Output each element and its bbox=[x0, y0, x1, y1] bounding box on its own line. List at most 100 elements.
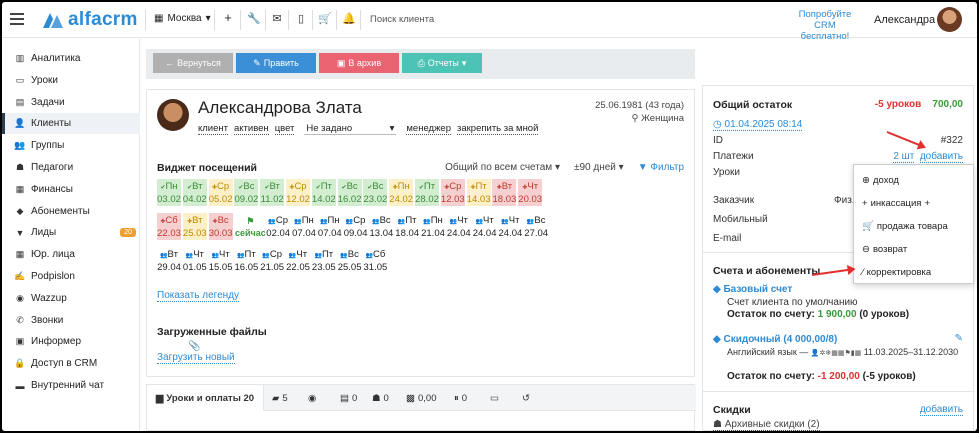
attendance-day[interactable]: ✚Вс 30.03 bbox=[208, 213, 233, 240]
discount-account-title[interactable]: ◆ Скидочный (4 000,00/8) bbox=[713, 334, 837, 345]
city-selector[interactable]: ▦ Москва ▾ bbox=[154, 13, 211, 24]
wrench-icon[interactable]: 🔧 bbox=[247, 12, 261, 25]
attendance-day[interactable]: ✔Вс 23.02 bbox=[363, 179, 388, 206]
attendance-day[interactable]: 👥Пн 21.04 bbox=[421, 213, 445, 240]
back-button[interactable]: ← Вернуться bbox=[153, 53, 233, 73]
edit-account-icon[interactable]: ✎ bbox=[955, 333, 963, 344]
attendance-day[interactable]: ✚Вт 25.03 bbox=[182, 213, 207, 240]
sidebar-item-8[interactable]: ▼ Лиды 20 bbox=[2, 222, 140, 243]
attendance-day[interactable]: ✔Пт 14.02 bbox=[311, 179, 336, 206]
sidebar-item-4[interactable]: 👥 Группы bbox=[2, 135, 140, 156]
search-input[interactable]: Поиск клиента bbox=[370, 14, 434, 25]
payments-count[interactable]: 2 шт bbox=[893, 151, 915, 163]
plus-icon[interactable]: + bbox=[221, 10, 235, 25]
sidebar-item-3[interactable]: 👤 Клиенты bbox=[2, 113, 140, 135]
reports-button[interactable]: ⎙ Отчеты ▾ bbox=[402, 53, 482, 73]
sidebar-item-10[interactable]: ✍ Podpislon bbox=[2, 266, 140, 287]
tab-0[interactable]: ▆ Уроки и оплаты 20 bbox=[147, 385, 265, 411]
attendance-day[interactable]: 👥Чт 22.05 bbox=[286, 247, 310, 274]
tag-client[interactable]: клиент bbox=[198, 123, 228, 135]
menu-item-refund[interactable]: ⊖ возврат bbox=[862, 244, 907, 255]
attendance-day[interactable]: ✚Ср 12.02 bbox=[286, 179, 310, 206]
attendance-day[interactable]: 👥Вс 25.05 bbox=[337, 247, 362, 274]
balance-date[interactable]: ◷ 01.04.2025 08:14 bbox=[713, 119, 803, 131]
sidebar-item-0[interactable]: ▥ Аналитика bbox=[2, 48, 140, 69]
attendance-day[interactable]: ✚Чт 20.03 bbox=[518, 179, 543, 206]
attendance-day[interactable]: 👥Ср 02.04 bbox=[266, 213, 291, 240]
attendance-day[interactable]: 👥Ср 21.05 bbox=[260, 247, 285, 274]
account-filter[interactable]: Общий по всем счетам ▾ bbox=[445, 162, 560, 173]
tab-8[interactable]: ↺ bbox=[513, 385, 542, 411]
attendance-day[interactable]: ✚Пн 24.02 bbox=[389, 179, 414, 206]
sidebar-item-9[interactable]: ▦ Юр. лица bbox=[2, 244, 140, 265]
attendance-day[interactable]: 👥Чт 24.04 bbox=[498, 213, 523, 240]
status-select[interactable]: Не задано ▾ bbox=[304, 123, 397, 135]
filter-button[interactable]: ▼ Фильтр bbox=[638, 162, 684, 173]
sidebar-item-7[interactable]: ◆ Абонементы bbox=[2, 201, 140, 222]
menu-item-income[interactable]: ⊕ доход bbox=[862, 175, 899, 186]
upload-link[interactable]: Загрузить новый bbox=[157, 352, 235, 364]
attendance-day[interactable]: 👥Сб 31.05 bbox=[363, 247, 388, 274]
tag-active[interactable]: активен bbox=[234, 123, 269, 135]
attendance-day[interactable]: 👥Пн 07.04 bbox=[292, 213, 316, 240]
archived-discounts-link[interactable]: ☗ Архивные скидки (2) bbox=[713, 419, 820, 431]
logo[interactable]: alfacrm bbox=[42, 9, 138, 31]
menu-item-encashment[interactable]: + инкассация + bbox=[862, 198, 930, 209]
attendance-day[interactable]: 👥Вт 29.04 bbox=[157, 247, 181, 274]
attendance-day[interactable]: ✚Вт 18.03 bbox=[492, 179, 517, 206]
bell-icon[interactable]: 🔔 bbox=[342, 12, 356, 25]
archive-button[interactable]: ▣ В архив bbox=[319, 53, 399, 73]
sidebar-item-2[interactable]: ▤ Задачи bbox=[2, 92, 140, 113]
attendance-day[interactable]: 👥Чт 24.04 bbox=[446, 213, 471, 240]
attendance-day[interactable]: 👥Пт 23.05 bbox=[311, 247, 336, 274]
sidebar-item-15[interactable]: ▬ Внутренний чат bbox=[2, 375, 140, 396]
attendance-day[interactable]: ✔Пт 28.02 bbox=[415, 179, 439, 206]
tab-3[interactable]: ▤ 0 bbox=[331, 385, 366, 411]
add-payment-link[interactable]: добавить bbox=[919, 151, 963, 163]
tab-1[interactable]: ▰ 5 bbox=[263, 385, 297, 411]
attendance-day[interactable]: ✚Ср 05.02 bbox=[208, 179, 233, 206]
sidebar-item-12[interactable]: ✆ Звонки bbox=[2, 310, 140, 331]
attendance-day[interactable]: 👥Чт 15.05 bbox=[208, 247, 233, 274]
menu-item-correction[interactable]: ⁄ корректировка bbox=[862, 267, 931, 278]
sidebar-item-1[interactable]: ▭ Уроки bbox=[2, 70, 140, 91]
attendance-day[interactable]: ⚑ сейчас bbox=[234, 213, 266, 240]
attendance-day[interactable]: 👥Пт 18.04 bbox=[395, 213, 420, 240]
attendance-day[interactable]: 👥Пн 07.04 bbox=[317, 213, 342, 240]
attendance-day[interactable]: 👥Чт 24.04 bbox=[472, 213, 497, 240]
tag-color[interactable]: цвет bbox=[274, 123, 295, 135]
attendance-day[interactable]: ✔Вт 11.02 bbox=[260, 179, 285, 206]
attendance-day[interactable]: 👥Пт 16.05 bbox=[234, 247, 259, 274]
tab-6[interactable]: ⏸ 0 bbox=[445, 385, 476, 411]
tab-2[interactable]: ◉ bbox=[299, 385, 328, 411]
base-account-title[interactable]: ◆ Базовый счет bbox=[713, 284, 792, 295]
user-name[interactable]: Александра bbox=[874, 14, 935, 26]
attendance-day[interactable]: 👥Чт 01.05 bbox=[182, 247, 207, 274]
attendance-day[interactable]: ✔Пн 03.02 bbox=[157, 179, 181, 206]
mobile-icon[interactable]: ▯ bbox=[294, 12, 308, 25]
attendance-day[interactable]: ✔Вс 09.02 bbox=[234, 179, 259, 206]
attendance-day[interactable]: 👥Вс 13.04 bbox=[369, 213, 394, 240]
sidebar-item-5[interactable]: ☗ Педагоги bbox=[2, 157, 140, 178]
attendance-day[interactable]: ✔Вс 16.02 bbox=[337, 179, 362, 206]
attendance-day[interactable]: ✚Пт 14.03 bbox=[466, 179, 491, 206]
cart-icon[interactable]: 🛒 bbox=[318, 12, 332, 25]
tab-7[interactable]: ▭ bbox=[481, 385, 511, 411]
add-discount-link[interactable]: добавить bbox=[919, 404, 963, 416]
attendance-day[interactable]: ✚Сб 22.03 bbox=[157, 213, 181, 240]
sidebar-item-14[interactable]: 🔒 Доступ в CRM bbox=[2, 353, 140, 374]
sidebar-item-13[interactable]: ▣ Информер bbox=[2, 331, 140, 352]
tab-4[interactable]: ☗ 0 bbox=[363, 385, 398, 411]
attendance-day[interactable]: 👥Ср 09.04 bbox=[343, 213, 368, 240]
menu-icon[interactable] bbox=[10, 13, 24, 25]
attendance-day[interactable]: ✚Ср 12.03 bbox=[440, 179, 465, 206]
tag-manager[interactable]: менеджер bbox=[406, 123, 451, 135]
legend-link[interactable]: Показать легенду bbox=[157, 290, 240, 302]
mail-icon[interactable]: ✉ bbox=[270, 12, 284, 25]
days-filter[interactable]: ±90 дней ▾ bbox=[574, 162, 624, 173]
attendance-day[interactable]: ✔Вт 04.02 bbox=[182, 179, 207, 206]
edit-button[interactable]: ✎ Править bbox=[236, 53, 316, 73]
menu-item-product-sale[interactable]: 🛒 продажа товара bbox=[862, 221, 948, 232]
attendance-day[interactable]: 👥Вс 27.04 bbox=[524, 213, 549, 240]
assign-me-link[interactable]: закрепить за мной bbox=[457, 123, 539, 135]
